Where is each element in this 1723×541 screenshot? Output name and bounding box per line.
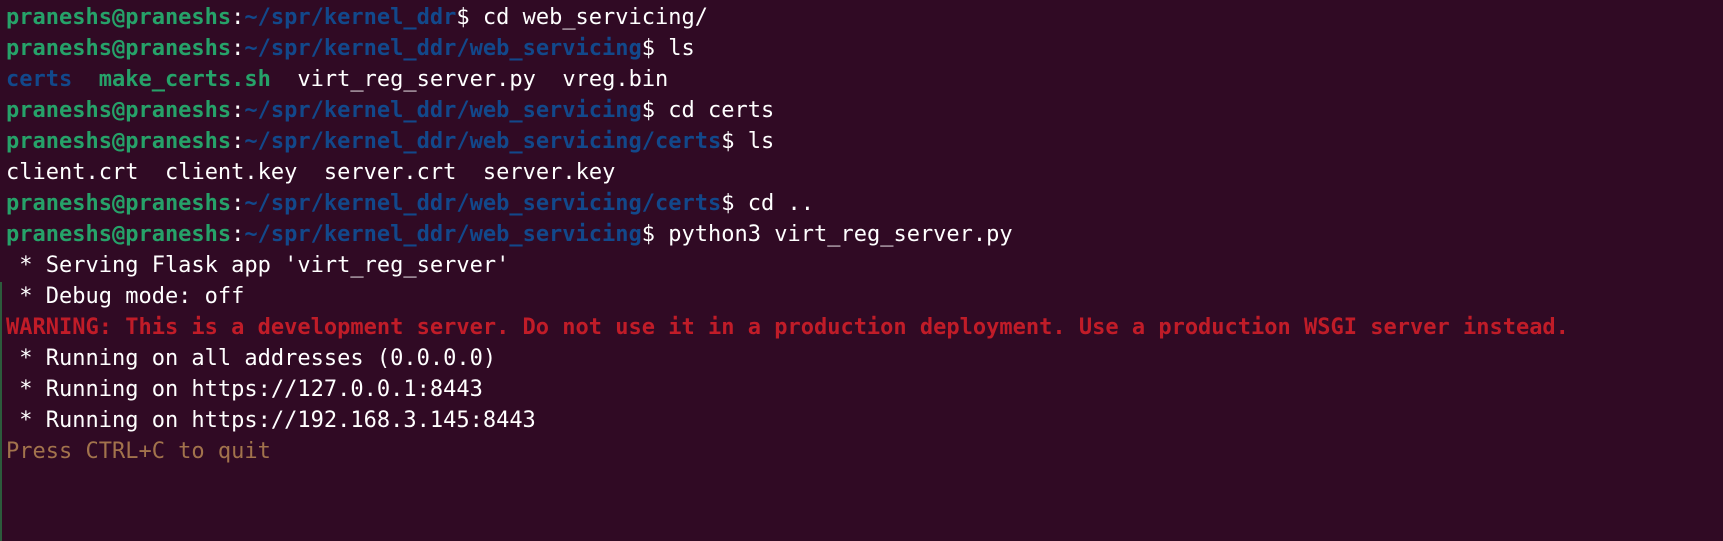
command-text: ls xyxy=(668,36,695,61)
command-text: cd certs xyxy=(668,98,775,123)
prompt-line: praneshs@praneshs:~/spr/kernel_ddr/web_s… xyxy=(6,219,1723,250)
prompt-line: praneshs@praneshs:~/spr/kernel_ddr$ cd w… xyxy=(6,2,1723,33)
prompt-path: ~/spr/kernel_ddr/web_servicing/certs xyxy=(244,129,722,154)
warning-line: WARNING: This is a development server. D… xyxy=(6,315,1569,340)
prompt-user: praneshs@praneshs xyxy=(6,129,232,154)
file-entry: virt_reg_server.py xyxy=(297,67,536,92)
file-entry: client.key xyxy=(164,160,298,185)
prompt-dollar: $ xyxy=(641,36,669,61)
output-line: * Running on https://192.168.3.145:8443 xyxy=(6,408,536,433)
scroll-edge-marker xyxy=(0,282,2,541)
prompt-colon: : xyxy=(231,36,245,61)
prompt-dollar: $ xyxy=(641,222,669,247)
file-entry: vreg.bin xyxy=(562,67,669,92)
prompt-line: praneshs@praneshs:~/spr/kernel_ddr/web_s… xyxy=(6,188,1723,219)
prompt-user: praneshs@praneshs xyxy=(6,222,232,247)
terminal-window[interactable]: praneshs@praneshs:~/spr/kernel_ddr$ cd w… xyxy=(0,0,1723,541)
output-line: * Serving Flask app 'virt_reg_server' xyxy=(6,253,510,278)
command-text: cd .. xyxy=(747,191,814,216)
prompt-line: praneshs@praneshs:~/spr/kernel_ddr/web_s… xyxy=(6,33,1723,64)
prompt-user: praneshs@praneshs xyxy=(6,5,232,30)
prompt-colon: : xyxy=(231,129,245,154)
output-line: * Debug mode: off xyxy=(6,284,245,309)
prompt-dollar: $ xyxy=(721,129,748,154)
ls-output-line: client.crt client.key server.crt server.… xyxy=(6,157,1723,188)
prompt-path: ~/spr/kernel_ddr/web_servicing xyxy=(244,36,642,61)
command-text: python3 virt_reg_server.py xyxy=(668,222,1013,247)
prompt-colon: : xyxy=(231,191,245,216)
output-line: * Running on all addresses (0.0.0.0) xyxy=(6,346,497,371)
prompt-line: praneshs@praneshs:~/spr/kernel_ddr/web_s… xyxy=(6,126,1723,157)
prompt-path: ~/spr/kernel_ddr/web_servicing xyxy=(244,98,642,123)
file-entry: server.key xyxy=(482,160,616,185)
quit-hint-line: Press CTRL+C to quit xyxy=(6,439,271,464)
file-entry: server.crt xyxy=(323,160,457,185)
prompt-dollar: $ xyxy=(456,5,483,30)
command-text: cd web_servicing/ xyxy=(482,5,709,30)
prompt-line: praneshs@praneshs:~/spr/kernel_ddr/web_s… xyxy=(6,95,1723,126)
output-line: * Running on https://127.0.0.1:8443 xyxy=(6,377,483,402)
prompt-dollar: $ xyxy=(721,191,748,216)
file-entry: client.crt xyxy=(6,160,139,185)
directory-entry: certs xyxy=(6,67,73,92)
prompt-path: ~/spr/kernel_ddr/web_servicing xyxy=(244,222,642,247)
prompt-user: praneshs@praneshs xyxy=(6,36,232,61)
prompt-dollar: $ xyxy=(641,98,669,123)
prompt-colon: : xyxy=(231,98,245,123)
command-text: ls xyxy=(747,129,775,154)
prompt-user: praneshs@praneshs xyxy=(6,98,232,123)
prompt-colon: : xyxy=(231,222,245,247)
prompt-colon: : xyxy=(231,5,245,30)
prompt-path: ~/spr/kernel_ddr xyxy=(244,5,457,30)
ls-output-line: certs make_certs.sh virt_reg_server.py v… xyxy=(6,64,1723,95)
executable-entry: make_certs.sh xyxy=(98,67,271,92)
prompt-user: praneshs@praneshs xyxy=(6,191,232,216)
prompt-path: ~/spr/kernel_ddr/web_servicing/certs xyxy=(244,191,722,216)
